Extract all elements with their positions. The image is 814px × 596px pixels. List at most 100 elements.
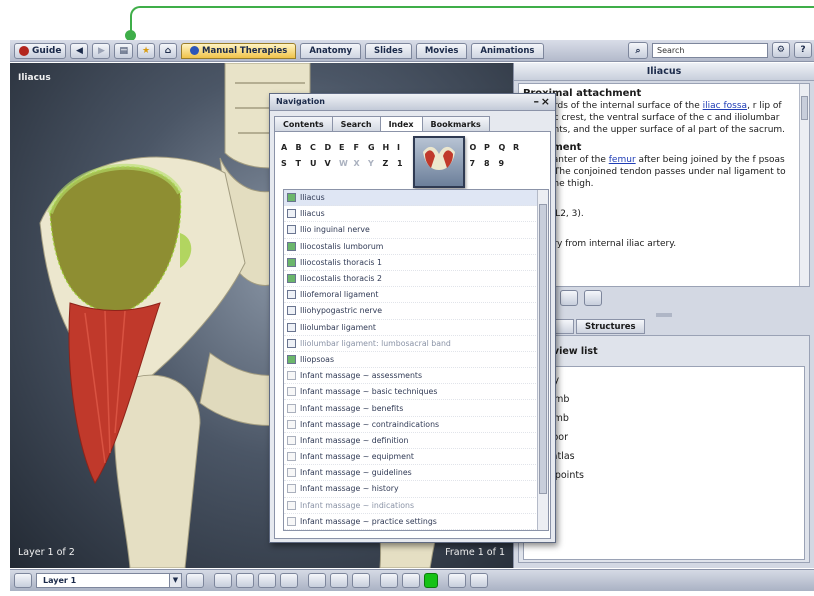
letter-link[interactable]: C — [310, 140, 325, 156]
index-item[interactable]: Iliocostalis lumborum — [284, 239, 548, 255]
letter-link[interactable]: Y — [368, 156, 383, 172]
index-item[interactable]: Iliocostalis thoracis 2 — [284, 271, 548, 288]
export-button[interactable] — [448, 573, 466, 588]
print-button[interactable] — [560, 290, 578, 306]
search-button[interactable]: ⌕ — [628, 42, 648, 59]
tab-bookmarks[interactable]: Bookmarks — [421, 116, 490, 131]
index-item[interactable]: Iliofemoral ligament — [284, 287, 548, 304]
info-text-pane[interactable]: Proximal attachment two thirds of the in… — [518, 83, 810, 287]
back-button[interactable]: ◀ — [70, 42, 89, 59]
index-item[interactable]: Iliohypogastric nerve — [284, 303, 548, 320]
index-item[interactable]: Infant massage ~ indications — [284, 498, 548, 514]
navigation-title[interactable]: Navigation — [270, 94, 555, 111]
index-item[interactable]: Infant massage ~ assessments — [284, 368, 548, 385]
prev-frame-button[interactable] — [236, 573, 254, 588]
letter-link[interactable]: I — [397, 140, 412, 156]
letter-link[interactable]: U — [310, 156, 325, 172]
list-item[interactable]: ver limb — [530, 409, 798, 428]
search-input[interactable]: Search — [652, 43, 768, 58]
settings-button[interactable]: ⚙ — [771, 42, 790, 58]
navigation-dialog[interactable]: Navigation – × Contents Search Index Boo… — [269, 93, 556, 543]
letter-link[interactable]: X — [354, 156, 369, 172]
letter-link[interactable]: Q — [499, 140, 514, 156]
index-item[interactable]: Infant massage ~ definition — [284, 433, 548, 449]
letter-link[interactable]: 1 — [397, 156, 412, 172]
index-item[interactable]: Ilio inguinal nerve — [284, 222, 548, 239]
letter-link[interactable]: 9 — [499, 156, 514, 172]
tab-slides[interactable]: Slides — [364, 42, 412, 59]
index-item[interactable]: Iliacus — [284, 206, 548, 223]
letter-link[interactable]: R — [513, 140, 528, 156]
letter-link[interactable]: D — [325, 140, 340, 156]
letter-link[interactable]: O — [470, 140, 485, 156]
index-item[interactable]: Infant massage ~ practice settings — [284, 514, 548, 530]
pointer-button[interactable] — [308, 573, 326, 588]
layer-up-button[interactable] — [186, 573, 204, 588]
tab-animations[interactable]: Animations — [471, 42, 544, 59]
tab-manual-therapies[interactable]: Manual Therapies — [181, 42, 297, 59]
letter-link[interactable]: A — [281, 140, 296, 156]
index-item[interactable]: Infant massage ~ history — [284, 481, 548, 498]
guide-button[interactable]: Guide — [14, 42, 67, 59]
zoom-button[interactable] — [352, 573, 370, 588]
tab-search[interactable]: Search — [331, 116, 381, 131]
letter-link[interactable]: F — [354, 140, 369, 156]
letter-link[interactable]: V — [325, 156, 340, 172]
iliac-fossa-link[interactable]: iliac fossa — [703, 101, 747, 111]
tab-contents[interactable]: Contents — [274, 116, 333, 131]
letter-link[interactable]: E — [339, 140, 354, 156]
index-item[interactable]: Infant massage ~ benefits — [284, 400, 548, 417]
index-item[interactable]: Infant massage ~ basic techniques — [284, 384, 548, 401]
index-item[interactable]: Infant massage ~ equipment — [284, 449, 548, 466]
list-item[interactable]: l body — [530, 371, 798, 390]
letter-link[interactable]: B — [296, 140, 311, 156]
rotate-button[interactable] — [214, 573, 232, 588]
next-frame-button[interactable] — [258, 573, 276, 588]
close-icon[interactable]: × — [541, 96, 550, 107]
tab-movies[interactable]: Movies — [415, 42, 468, 59]
tab-index[interactable]: Index — [379, 116, 423, 131]
list-item[interactable]: gger points — [530, 466, 798, 485]
print-view-button[interactable] — [380, 573, 398, 588]
letter-link[interactable]: Z — [383, 156, 398, 172]
color-swatch[interactable] — [424, 573, 438, 588]
layer-select[interactable]: Layer 1 ▼ — [36, 573, 182, 588]
contents-button[interactable]: ▤ — [114, 42, 133, 59]
info-scrollbar[interactable] — [799, 84, 809, 286]
index-list[interactable]: Iliacus Iliacus Ilio inguinal nerve Iliocos… — [283, 189, 549, 531]
index-item[interactable]: Infant massage ~ contraindications — [284, 417, 548, 433]
letter-link[interactable]: 7 — [470, 156, 485, 172]
info-scroll-thumb[interactable] — [801, 96, 808, 120]
letter-link[interactable]: W — [339, 156, 354, 172]
index-item[interactable]: Iliopsoas — [284, 352, 548, 369]
tab-structures[interactable]: Structures — [576, 319, 645, 334]
select-button[interactable] — [330, 573, 348, 588]
letter-link[interactable]: 8 — [484, 156, 499, 172]
index-item[interactable]: Iliolumbar ligament — [284, 320, 548, 336]
save-view-button[interactable] — [402, 573, 420, 588]
index-item[interactable]: Iliacus — [284, 190, 548, 207]
index-item[interactable]: Iliocostalis thoracis 1 — [284, 255, 548, 271]
share-button[interactable] — [470, 573, 488, 588]
list-item[interactable]: per limb — [530, 390, 798, 409]
favorites-button[interactable]: ★ — [136, 42, 156, 59]
save-button[interactable] — [584, 290, 602, 306]
index-item[interactable]: Iliolumbar ligament: lumbosacral band — [284, 336, 548, 352]
list-item[interactable]: vic floor — [530, 428, 798, 447]
list-item[interactable]: scle atlas — [530, 447, 798, 466]
reset-view-button[interactable] — [280, 573, 298, 588]
letter-link[interactable]: G — [368, 140, 383, 156]
letter-link[interactable]: S — [281, 156, 296, 172]
minimize-icon[interactable]: – — [534, 96, 540, 107]
panel-splitter[interactable] — [514, 311, 814, 317]
help-button[interactable]: ? — [794, 42, 812, 58]
tab-anatomy[interactable]: Anatomy — [300, 42, 361, 59]
index-scrollbar[interactable] — [537, 190, 548, 530]
home-button[interactable]: ⌂ — [159, 42, 178, 59]
femur-link[interactable]: femur — [609, 155, 636, 165]
layers-button[interactable] — [14, 573, 32, 588]
letter-link[interactable]: H — [383, 140, 398, 156]
letter-link[interactable]: T — [296, 156, 311, 172]
letter-link[interactable]: P — [484, 140, 499, 156]
forward-button[interactable]: ▶ — [92, 42, 111, 59]
